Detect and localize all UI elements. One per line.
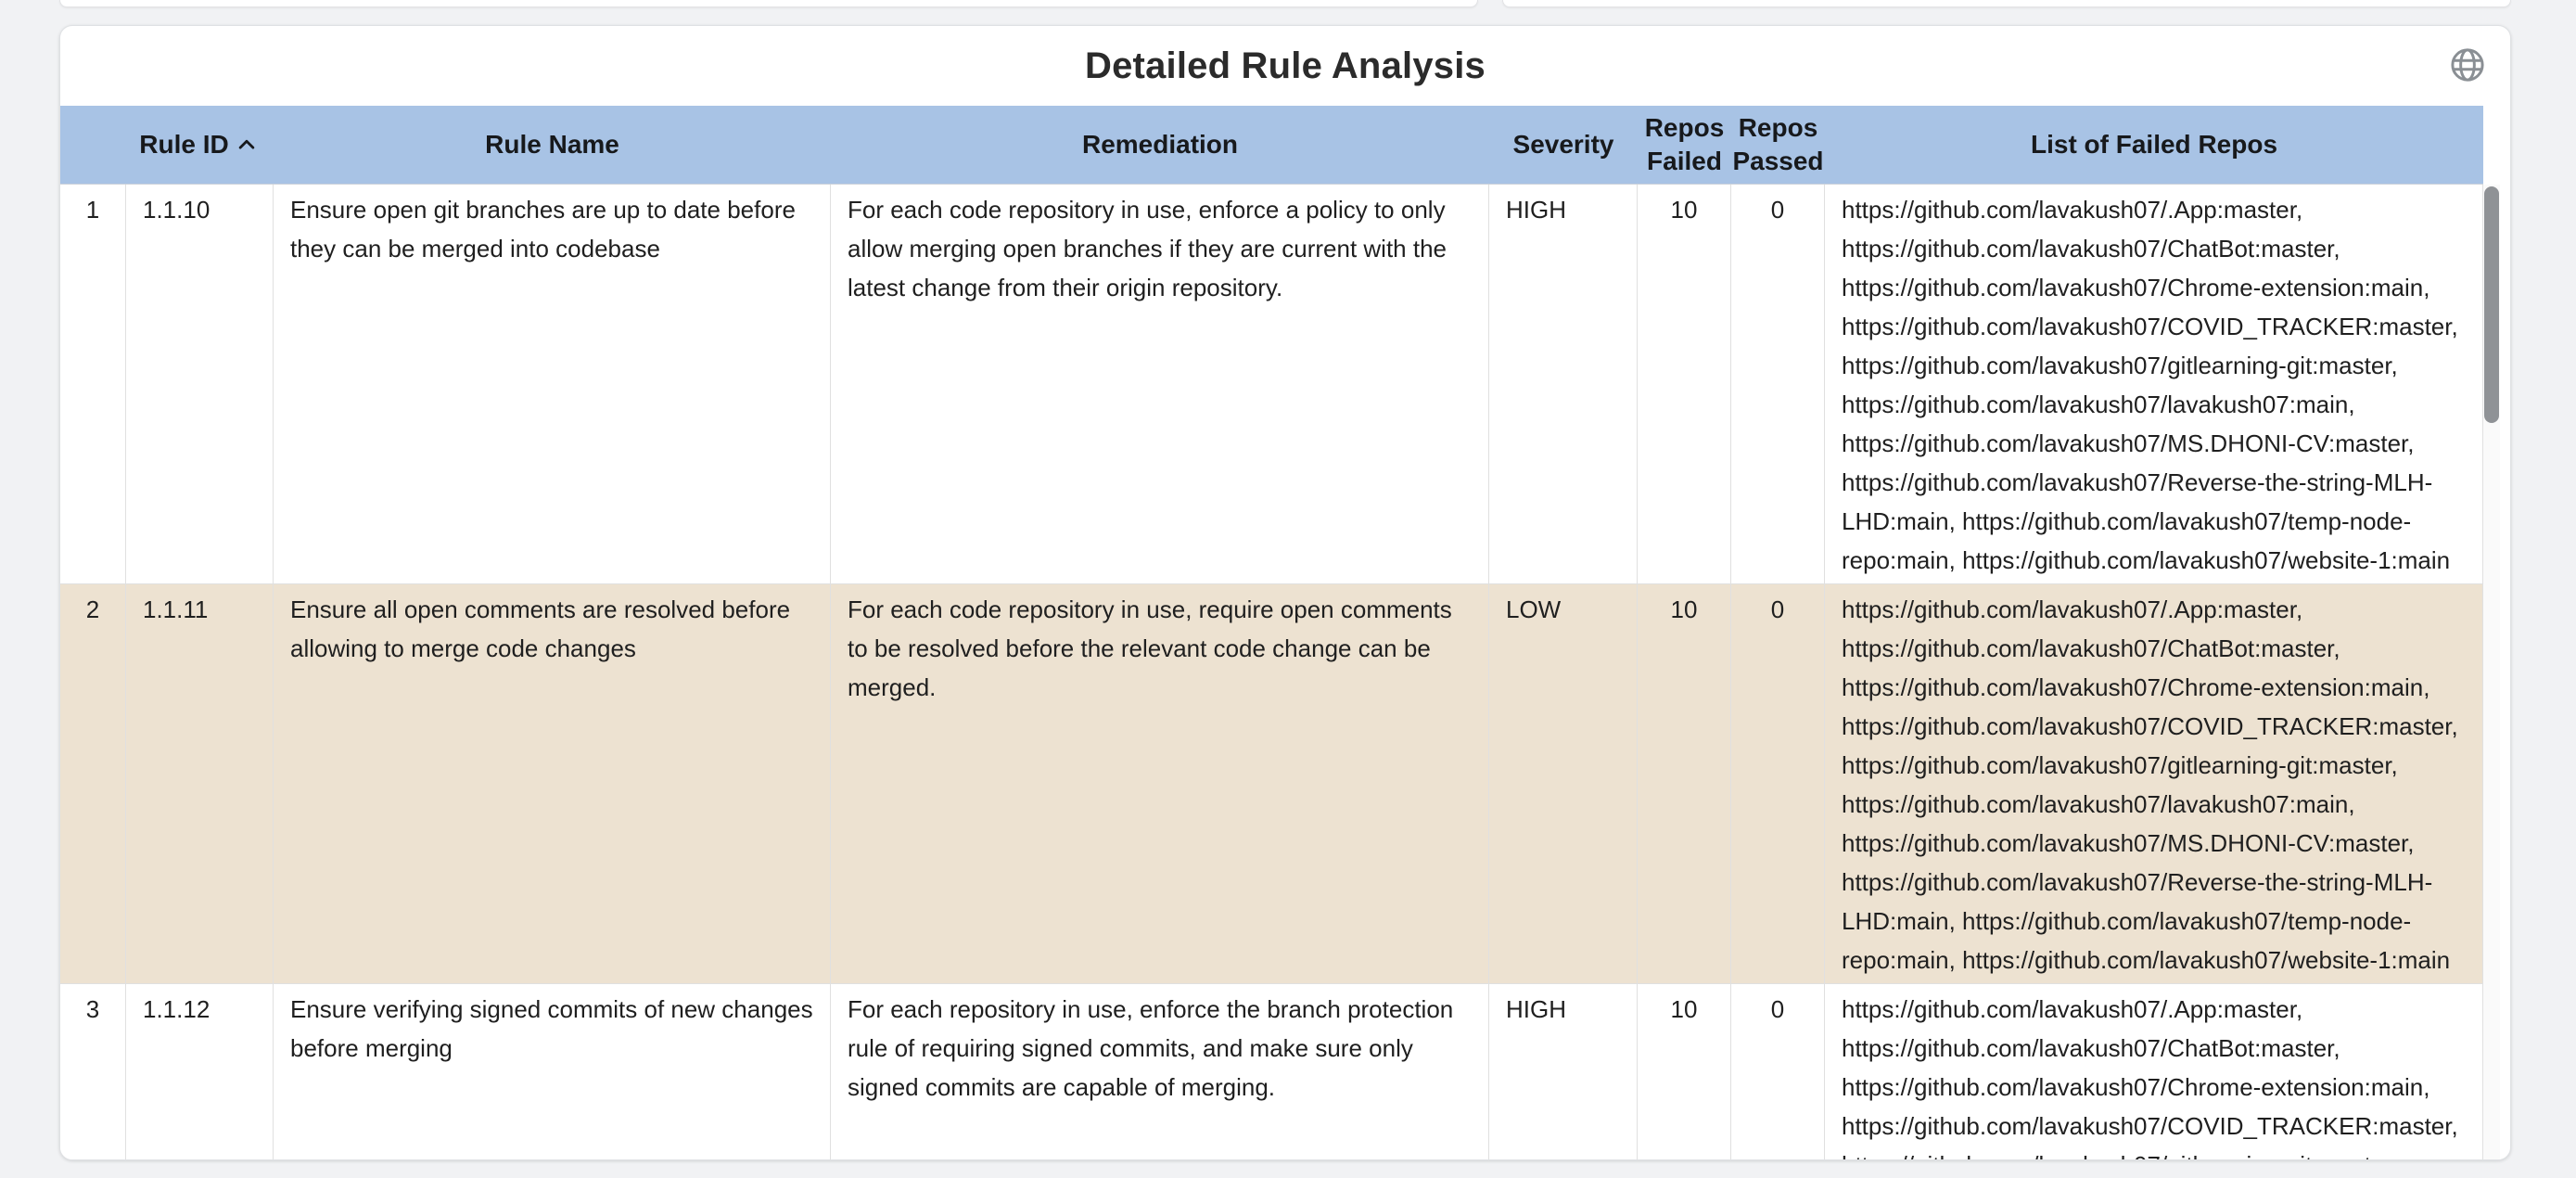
column-header-rule-id[interactable]: Rule ID — [126, 106, 274, 184]
column-header-repos-passed-label: Repos Passed — [1732, 111, 1823, 179]
cell-row-index: 2 — [60, 584, 126, 983]
adjacent-card-bottom-right — [1502, 0, 2511, 7]
cell-repos-failed: 10 — [1638, 984, 1731, 1159]
column-header-remediation-label: Remediation — [1082, 128, 1238, 161]
cell-row-index: 1 — [60, 185, 126, 583]
table-header-row: Rule ID Rule Name Remediation Severity R… — [60, 106, 2483, 185]
column-header-remediation[interactable]: Remediation — [831, 106, 1489, 184]
card-header: Detailed Rule Analysis — [60, 26, 2510, 106]
table-row: 1 1.1.10 Ensure open git branches are up… — [60, 185, 2483, 584]
cell-remediation: For each code repository in use, require… — [831, 584, 1489, 983]
table-row: 3 1.1.12 Ensure verifying signed commits… — [60, 984, 2483, 1159]
cell-failed-repos: https://github.com/lavakush07/.App:maste… — [1825, 185, 2483, 583]
cell-repos-failed: 10 — [1638, 584, 1731, 983]
cell-severity: HIGH — [1489, 984, 1638, 1159]
column-header-repos-failed-label: Repos Failed — [1643, 111, 1726, 179]
cell-severity: LOW — [1489, 584, 1638, 983]
table-body: 1 1.1.10 Ensure open git branches are up… — [60, 185, 2510, 1159]
adjacent-card-bottom-left — [59, 0, 1478, 7]
table-scrollbar[interactable] — [2483, 185, 2500, 1159]
column-header-repos-failed[interactable]: Repos Failed — [1638, 106, 1731, 184]
cell-failed-repos: https://github.com/lavakush07/.App:maste… — [1825, 984, 2483, 1159]
cell-rule-name: Ensure all open comments are resolved be… — [274, 584, 831, 983]
cell-rule-id: 1.1.10 — [126, 185, 274, 583]
detailed-rule-analysis-card: Detailed Rule Analysis Rule ID Rule Name… — [59, 25, 2511, 1160]
column-header-rule-id-label: Rule ID — [139, 128, 228, 161]
column-header-rule-name-label: Rule Name — [485, 128, 619, 161]
table-row: 2 1.1.11 Ensure all open comments are re… — [60, 584, 2483, 984]
page-title: Detailed Rule Analysis — [1085, 45, 1486, 87]
column-header-failed-repos[interactable]: List of Failed Repos — [1825, 106, 2483, 184]
cell-repos-failed: 10 — [1638, 185, 1731, 583]
cell-remediation: For each code repository in use, enforce… — [831, 185, 1489, 583]
cell-repos-passed: 0 — [1731, 584, 1825, 983]
cell-severity: HIGH — [1489, 185, 1638, 583]
column-header-repos-passed[interactable]: Repos Passed — [1731, 106, 1825, 184]
cell-rule-id: 1.1.12 — [126, 984, 274, 1159]
cell-rule-name: Ensure verifying signed commits of new c… — [274, 984, 831, 1159]
column-header-rule-name[interactable]: Rule Name — [274, 106, 831, 184]
cell-rule-name: Ensure open git branches are up to date … — [274, 185, 831, 583]
column-header-failed-repos-label: List of Failed Repos — [2031, 128, 2277, 161]
sort-ascending-icon — [233, 131, 261, 159]
scrollbar-thumb[interactable] — [2484, 186, 2499, 423]
cell-repos-passed: 0 — [1731, 185, 1825, 583]
column-header-severity[interactable]: Severity — [1489, 106, 1638, 184]
cell-rule-id: 1.1.11 — [126, 584, 274, 983]
globe-icon[interactable] — [2445, 43, 2490, 87]
column-header-index — [60, 106, 126, 184]
cell-row-index: 3 — [60, 984, 126, 1159]
cell-remediation: For each repository in use, enforce the … — [831, 984, 1489, 1159]
cell-repos-passed: 0 — [1731, 984, 1825, 1159]
cell-failed-repos: https://github.com/lavakush07/.App:maste… — [1825, 584, 2483, 983]
column-header-severity-label: Severity — [1513, 128, 1614, 161]
